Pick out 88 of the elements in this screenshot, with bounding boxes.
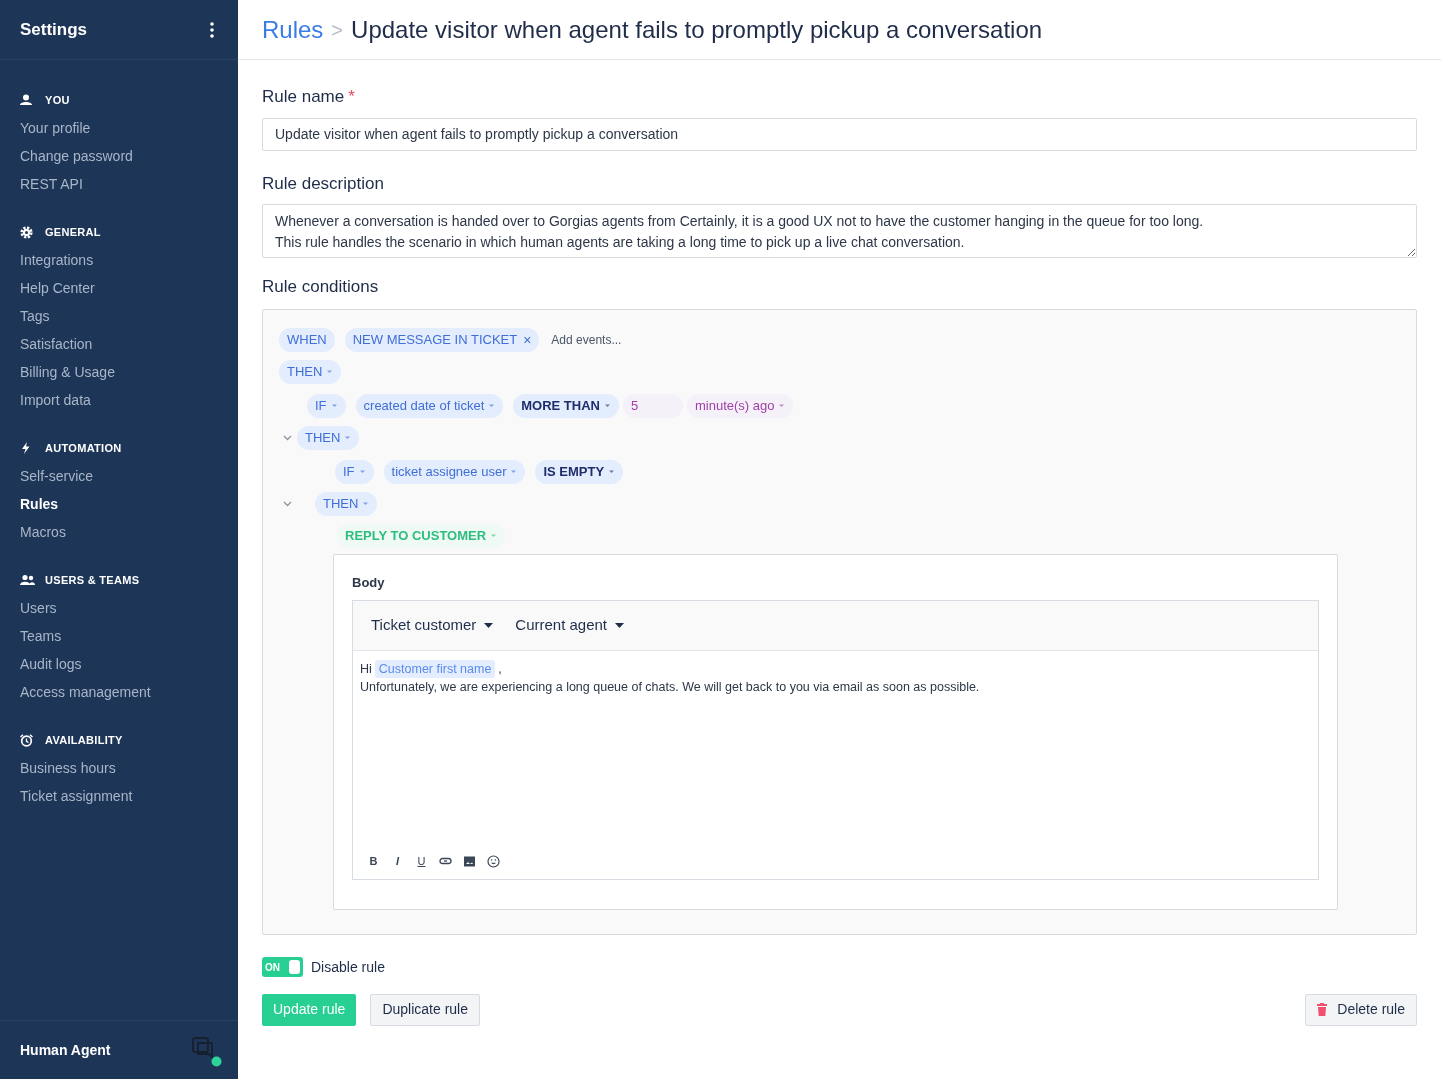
chevron-down-icon[interactable] bbox=[283, 500, 292, 507]
breadcrumb-separator: > bbox=[331, 17, 344, 43]
bold-button[interactable]: B bbox=[365, 852, 382, 870]
remove-button[interactable]: × bbox=[523, 332, 532, 347]
sidebar-item[interactable]: Billing & Usage bbox=[0, 358, 135, 386]
sidebar-item[interactable]: Ticket assignment bbox=[0, 782, 153, 810]
condition-pill[interactable]: THEN bbox=[315, 491, 378, 516]
condition-pill[interactable]: THEN bbox=[279, 359, 342, 384]
condition-pill[interactable]: created date of ticket bbox=[355, 393, 504, 418]
italic-button[interactable]: I bbox=[389, 852, 406, 870]
caret-icon bbox=[490, 533, 498, 538]
caret-icon bbox=[488, 403, 496, 408]
toggle-label: Disable rule bbox=[311, 957, 385, 977]
trash-icon bbox=[1317, 1003, 1328, 1016]
sidebar-item[interactable]: Users bbox=[0, 594, 77, 622]
operator-pill[interactable]: MORE THAN bbox=[513, 393, 619, 418]
sidebar-item[interactable]: Your profile bbox=[0, 114, 111, 142]
variable-dropdown[interactable]: Current agent bbox=[515, 609, 625, 642]
operator-pill[interactable]: IS EMPTY bbox=[535, 459, 624, 484]
caret-icon bbox=[615, 623, 625, 628]
caret-icon bbox=[510, 469, 518, 474]
required-mark: * bbox=[348, 86, 355, 108]
event-label: NEW MESSAGE IN TICKET bbox=[352, 330, 518, 349]
settings-title: Settings bbox=[20, 18, 88, 41]
more-icon[interactable] bbox=[210, 21, 214, 38]
sidebar-item[interactable]: Rules bbox=[0, 490, 79, 518]
section-heading: GENERAL bbox=[45, 224, 101, 240]
caret-icon bbox=[344, 435, 352, 440]
section-heading: AVAILABILITY bbox=[45, 732, 123, 748]
online-dot-icon bbox=[211, 1056, 222, 1067]
message-text: , bbox=[498, 661, 502, 678]
condition-pill[interactable]: THEN bbox=[297, 425, 360, 450]
event-tag[interactable]: NEW MESSAGE IN TICKET × bbox=[344, 327, 540, 352]
duplicate-button[interactable]: Duplicate rule bbox=[370, 993, 480, 1026]
sidebar-item[interactable]: Business hours bbox=[0, 754, 136, 782]
condition-pill[interactable]: IF bbox=[307, 393, 346, 418]
caret-icon bbox=[358, 469, 366, 474]
field-label: Rule conditions bbox=[262, 276, 380, 298]
variable-dropdown[interactable]: Ticket customer bbox=[371, 609, 494, 642]
page-title: Update visitor when agent fails to promptly pickup a conversation bbox=[351, 14, 1043, 45]
section-heading: YOU bbox=[45, 92, 70, 108]
people-icon bbox=[20, 573, 35, 587]
sidebar-item[interactable]: Import data bbox=[0, 386, 111, 414]
sidebar-item[interactable]: Satisfaction bbox=[0, 330, 113, 358]
sidebar-item[interactable]: Access management bbox=[0, 678, 171, 706]
sidebar-item[interactable]: Audit logs bbox=[0, 650, 102, 678]
sidebar-item[interactable]: Tags bbox=[0, 302, 70, 330]
text-area[interactable]: Whenever a conversation is handed over to Gorgias agents from Certainly, it is a good UX not to have the customer hanging in the queue for too long. This rule handles the scenario in which human agents are taking a long time to pick up a live chat conversation. bbox=[262, 204, 1417, 258]
condition-pill[interactable]: ticket assignee user bbox=[383, 459, 526, 484]
link-icon[interactable] bbox=[437, 856, 454, 866]
caret-icon bbox=[608, 469, 616, 474]
caret-icon bbox=[484, 623, 494, 628]
chevron-down-icon[interactable] bbox=[283, 434, 292, 441]
value-field[interactable]: 5 bbox=[622, 393, 683, 418]
caret-icon bbox=[330, 403, 338, 408]
section-heading: AUTOMATION bbox=[45, 440, 122, 456]
input-field[interactable]: Update visitor when agent fails to promptly pickup a conversation bbox=[262, 117, 1417, 151]
message-editor[interactable]: Ticket customer Current agent Hi Customer first name , Unfortunately, we are experiencing a long queue of chats. We will get back to you via email as soon as possible. B I U bbox=[352, 600, 1319, 880]
add-events-field[interactable]: Add events... bbox=[551, 330, 622, 349]
sidebar-item[interactable]: Macros bbox=[0, 518, 86, 546]
field-label: Rule name bbox=[262, 86, 345, 108]
person-icon bbox=[20, 93, 35, 107]
delete-button[interactable]: Delete rule bbox=[1305, 993, 1417, 1026]
sidebar-item[interactable]: Help Center bbox=[0, 274, 115, 302]
field-label: Rule description bbox=[262, 172, 385, 195]
condition-pill[interactable]: IF bbox=[335, 459, 374, 484]
caret-icon bbox=[778, 403, 786, 408]
sidebar-item[interactable]: Change password bbox=[0, 142, 153, 170]
caret-icon bbox=[603, 403, 611, 408]
sidebar-item[interactable]: Integrations bbox=[0, 246, 114, 274]
message-text: Hi bbox=[360, 661, 372, 678]
breadcrumb-link[interactable]: Rules bbox=[262, 11, 324, 48]
user-name: Human Agent bbox=[20, 1040, 111, 1060]
section-heading: USERS & TEAMS bbox=[45, 572, 140, 588]
emoji-icon[interactable] bbox=[485, 854, 502, 868]
message-text: Unfortunately, we are experiencing a long queue of chats. We will get back to you via email as soon as possible. bbox=[360, 679, 980, 696]
condition-pill[interactable]: WHEN bbox=[279, 327, 335, 352]
sidebar-item[interactable]: Self-service bbox=[0, 462, 114, 490]
sidebar-item[interactable]: Teams bbox=[0, 622, 82, 650]
image-icon[interactable] bbox=[461, 855, 478, 867]
alarm-clock-icon bbox=[20, 733, 35, 747]
editor-label: Body bbox=[352, 573, 386, 592]
caret-icon bbox=[362, 501, 370, 506]
underline-button[interactable]: U bbox=[413, 852, 430, 870]
sidebar-item[interactable]: REST API bbox=[0, 170, 103, 198]
settings-icon bbox=[20, 225, 35, 239]
caret-icon bbox=[326, 369, 334, 374]
unit-pill[interactable]: minute(s) ago bbox=[686, 393, 794, 418]
